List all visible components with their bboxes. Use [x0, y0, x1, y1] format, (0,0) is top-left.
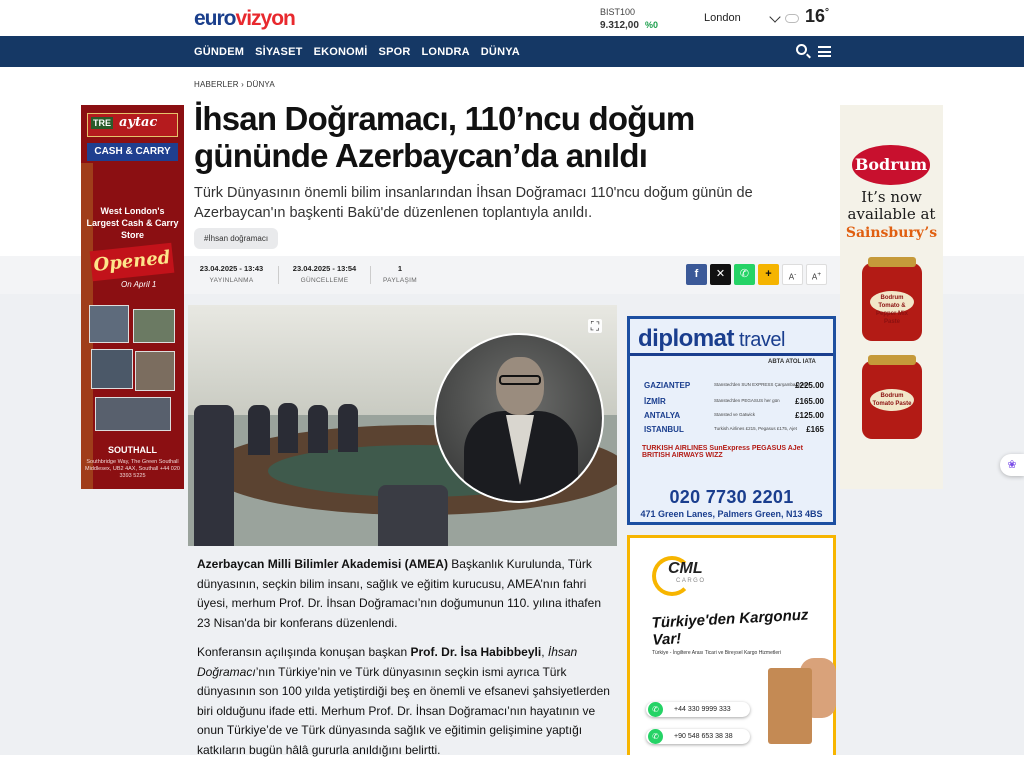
site-logo[interactable]: eurovizyon	[194, 7, 296, 31]
breadcrumb-separator: ›	[241, 80, 245, 89]
city-select[interactable]: London	[704, 12, 741, 24]
abta-badges: ABTA ATOL IATA	[768, 359, 816, 365]
bist-ticker: BIST100 9.312,00 %0	[600, 6, 658, 32]
amea-bold: Azerbaycan Milli Bilimler Akademisi (AME…	[197, 557, 448, 571]
article-title: İhsan Doğramacı, 110’ncu doğum gününde A…	[194, 100, 695, 174]
ad-aytac-left[interactable]: TRE aytac CASH & CARRY West London's Lar…	[81, 105, 184, 489]
font-decrease-button[interactable]: A-	[782, 264, 803, 285]
x-share-button[interactable]: ✕	[710, 264, 731, 285]
whatsapp-icon: ✆	[648, 729, 663, 744]
search-icon[interactable]	[796, 44, 807, 55]
floating-widget-icon[interactable]: ❀	[1000, 454, 1024, 476]
nav-item-spor[interactable]: SPOR	[379, 46, 411, 58]
share-label: PAYLAŞIM	[383, 277, 417, 284]
opened-date: On April 1	[121, 280, 157, 289]
ad-left-headline: West London's Largest Cash & Carry Store	[86, 206, 179, 240]
main-nav: GÜNDEM SİYASET EKONOMİ SPOR LONDRA DÜNYA	[0, 36, 1024, 67]
expand-icon[interactable]: ⛶	[588, 319, 602, 333]
nav-item-gundem[interactable]: GÜNDEM	[194, 46, 244, 58]
cash-carry-label: CASH & CARRY	[87, 143, 178, 161]
published-meta: 23.04.2025 - 13:43 YAYINLANMA	[194, 264, 269, 284]
whatsapp-icon: ✆	[648, 702, 663, 717]
updated-meta: 23.04.2025 - 13:54 GÜNCELLEME	[287, 264, 362, 284]
plus-icon: +	[765, 268, 772, 280]
meta-divider	[370, 266, 371, 284]
breadcrumb-home[interactable]: HABERLER	[194, 80, 239, 89]
route-row: İZMİR Stansted'den PEGASUS her gün £165.00	[644, 397, 824, 406]
article-paragraph-1: Azerbaycan Milli Bilimler Akademisi (AME…	[197, 557, 601, 630]
route-row: GAZIANTEP Stansted'den SUN EXPRESS Çarşam…	[644, 381, 824, 390]
logo-euro: euro	[194, 7, 237, 30]
hamburger-menu-icon[interactable]	[818, 46, 831, 57]
article-paragraph-2: Konferansın açılışında konuşan başkan Pr…	[197, 645, 610, 757]
updated-label: GÜNCELLEME	[300, 277, 349, 284]
route-row: ISTANBUL Turkish Airlines £215, Pegasus £…	[644, 425, 824, 434]
ad-left-location: SOUTHALL	[108, 445, 157, 455]
temperature: 16°	[805, 6, 830, 26]
aytac-logo: aytac	[119, 115, 158, 130]
breadcrumb-section[interactable]: DÜNYA	[246, 80, 274, 89]
cml-logo: CML	[668, 560, 703, 577]
cloud-icon	[785, 14, 799, 23]
nav-item-londra[interactable]: LONDRA	[422, 46, 470, 58]
airline-logos: TURKISH AIRLINES SunExpress PEGASUS AJet…	[642, 445, 803, 459]
top-bar: eurovizyon BIST100 9.312,00 %0 London 16°	[0, 0, 1024, 36]
facebook-icon: f	[694, 268, 699, 280]
meta-divider	[278, 266, 279, 284]
nav-items: GÜNDEM SİYASET EKONOMİ SPOR LONDRA DÜNYA	[194, 36, 520, 67]
portrait-inset	[434, 333, 604, 503]
cml-subtitle: Türkiye - İngiltere Arası Ticari ve Bire…	[652, 650, 781, 656]
font-increase-button[interactable]: A+	[806, 264, 827, 285]
published-date: 23.04.2025 - 13:43	[199, 264, 264, 273]
facebook-share-button[interactable]: f	[686, 264, 707, 285]
ad-right-tagline: It’s now available at	[847, 188, 936, 223]
nav-item-dunya[interactable]: DÜNYA	[481, 46, 520, 58]
bodrum-logo: Bodrum	[852, 145, 930, 185]
diplomat-phone: 020 7730 2201	[669, 487, 794, 507]
cml-headline: Türkiye'den Kargonuz Var!	[651, 606, 809, 649]
diplomat-address: 471 Green Lanes, Palmers Green, N13 4BS	[640, 509, 823, 519]
diplomat-logo: diplomat travel	[638, 325, 785, 352]
jar-pepper-paste: Bodrum Tomato & Pepper Mix Paste	[862, 257, 922, 341]
sainsburys-label: Sainsbury’s	[845, 225, 938, 241]
share-count: 1	[397, 264, 403, 273]
article-tag[interactable]: #İhsan doğramacı	[194, 228, 279, 249]
cml-cargo-label: CARGO	[676, 578, 706, 584]
cml-phone-uk[interactable]: ✆ +44 330 9999 333	[646, 702, 750, 717]
whatsapp-icon: ✆	[739, 268, 750, 280]
breadcrumb: HABERLER › DÜNYA	[194, 80, 275, 89]
opened-badge: Opened	[89, 242, 175, 282]
ad-cml-cargo[interactable]: CML CARGO Türkiye'den Kargonuz Var! Türk…	[627, 535, 836, 755]
logo-vizyon: vizyon	[235, 7, 296, 30]
route-row: ANTALYA Stansted ve Gatwick £125.00	[644, 411, 824, 420]
cml-phone-tr[interactable]: ✆ +90 548 653 38 38	[646, 729, 750, 744]
whatsapp-share-button[interactable]: ✆	[734, 264, 755, 285]
published-label: YAYINLANMA	[209, 277, 254, 284]
ad-left-address: Southbridge Way, The Green Southall Midd…	[85, 459, 180, 479]
updated-date: 23.04.2025 - 13:54	[292, 264, 357, 273]
ad-bodrum-right[interactable]: Bodrum It’s now available at Sainsbury’s…	[840, 105, 943, 489]
nav-item-ekonomi[interactable]: EKONOMİ	[314, 46, 368, 58]
x-icon: ✕	[715, 268, 726, 280]
store-photos	[89, 305, 176, 435]
ad-diplomat-travel[interactable]: diplomat travel ABTA ATOL IATA GAZIANTEP…	[627, 316, 836, 525]
bist-label: BIST100	[600, 7, 636, 17]
chevron-down-icon[interactable]	[769, 11, 781, 23]
tre-logo: TRE	[91, 117, 113, 129]
habibbeyli-bold: Prof. Dr. İsa Habibbeyli	[410, 645, 542, 659]
cargo-box-image	[768, 668, 812, 744]
article-summary: Türk Dünyasının önemli bilim insanlarınd…	[194, 185, 753, 221]
bist-value: 9.312,00	[600, 20, 639, 31]
bist-change: %0	[644, 20, 658, 30]
nav-item-siyaset[interactable]: SİYASET	[255, 46, 302, 58]
jar-tomato-paste: Bodrum Tomato Paste	[862, 355, 922, 439]
shares-meta: 1 PAYLAŞIM	[380, 264, 420, 284]
more-share-button[interactable]: +	[758, 264, 779, 285]
article-hero-image: ⛶	[188, 305, 617, 546]
